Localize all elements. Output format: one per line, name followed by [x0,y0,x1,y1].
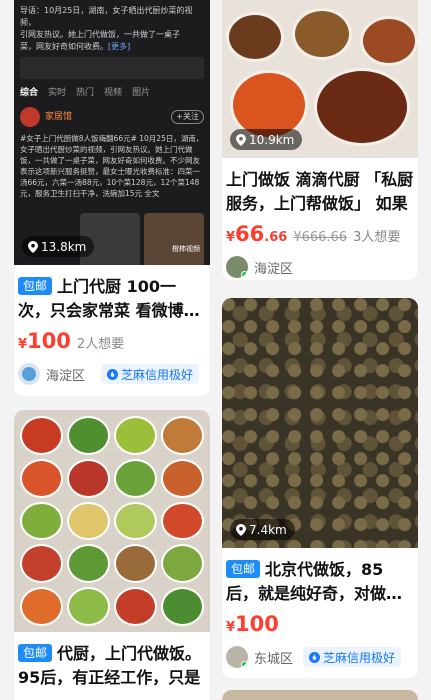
goods-info: 包邮北京代做饭，85后，就是纯好奇，对做饭比较 ¥100 东城区 芝麻信用极好 [222,548,418,668]
currency-symbol: ¥ [226,230,236,245]
distance-badge: 7.4km [230,519,295,540]
free-shipping-tag: 包邮 [18,644,53,662]
post-header: 家居馆 +关注 [20,107,204,127]
want-count: 2人想要 [76,337,125,352]
goods-card[interactable]: 10.9km 上门做饭 滴滴代厨 「私厨服务，上门帮做饭」 如果 ¥66.66 … [222,0,418,280]
snails-photo [222,298,418,548]
price-row: ¥100 2人想要 [18,329,206,353]
seller-avatar[interactable] [226,256,248,278]
goods-title: 包邮上门代厨 100一次，只会家常菜 看微博学到的 [18,277,200,320]
tab-video: 视频 [104,88,123,98]
food-plates-grid [14,410,210,632]
seller-area: 海淀区 [46,368,86,384]
seller-avatar[interactable] [18,363,40,385]
distance-text: 13.8km [41,239,87,254]
goods-image[interactable]: 导语：10月25日，湖南，女子晒出代厨炒菜的视频， 引网友热议。她上门代做饭，一… [14,0,210,265]
location-pin-icon [236,133,246,146]
price-decimal: .66 [264,230,288,245]
price: 100 [27,329,71,353]
price-row: ¥66.66 ¥666.66 3人想要 [226,222,414,246]
seller-row[interactable]: 海淀区 芝麻信用极好 [18,363,206,385]
credit-text: 芝麻信用极好 [121,367,194,382]
tab-realtime: 实时 [48,88,67,98]
comment-bar [20,57,204,79]
price: 100 [235,612,279,636]
tab-hot: 热门 [76,88,95,98]
free-shipping-tag: 包邮 [18,277,53,295]
currency-symbol: ¥ [18,337,28,352]
goods-info: 包邮 代厨，上门代做饭。95后，有正经工作，只是 [14,632,210,690]
credit-text: 芝麻信用极好 [323,650,396,665]
goods-card[interactable]: 导语：10月25日，湖南，女子晒出代厨炒菜的视频， 引网友热议。她上门代做饭，一… [14,0,210,396]
goods-info: 上门做饭 滴滴代厨 「私厨服务，上门帮做饭」 如果 ¥66.66 ¥666.66… [222,158,418,278]
dish-image [144,213,204,265]
distance-badge: 10.9km [230,129,303,150]
original-price: ¥666.66 [293,230,348,245]
goods-card[interactable] [222,690,418,700]
goods-info: 包邮上门代厨 100一次，只会家常菜 看微博学到的 ¥100 2人想要 海淀区 … [14,265,210,385]
tab-comprehensive: 综合 [20,88,39,98]
goods-card[interactable]: 包邮 代厨，上门代做饭。95后，有正经工作，只是 [14,410,210,700]
watermark: 橙柿视频 [172,245,200,253]
seller-area: 东城区 [254,651,294,667]
goods-feed: 导语：10月25日，湖南，女子晒出代厨炒菜的视频， 引网友热议。她上门代做饭，一… [0,0,431,700]
tab-image: 图片 [132,88,151,98]
location-pin-icon [236,523,246,536]
summary-line: 菜，网友好奇如何收费。[更多] [20,42,131,51]
goods-card[interactable]: 7.4km 包邮北京代做饭，85后，就是纯好奇，对做饭比较 ¥100 东城区 芝… [222,298,418,678]
search-tabs: 综合 实时 热门 视频 图片 [20,87,204,99]
price-row: ¥100 [226,612,414,636]
goods-title: 包邮北京代做饭，85后，就是纯好奇，对做饭比较 [226,560,403,603]
location-pin-icon [28,240,38,253]
seller-avatar[interactable] [226,646,248,668]
currency-symbol: ¥ [226,620,236,635]
online-dot [241,661,248,668]
distance-text: 10.9km [249,132,295,147]
alipay-credit-icon [107,368,119,380]
distance-text: 7.4km [249,522,287,537]
poster-name: 家居馆 [45,112,73,122]
seller-row[interactable]: 东城区 芝麻信用极好 [226,646,414,668]
free-shipping-tag: 包邮 [226,560,261,578]
price: 66 [235,222,265,246]
poster-avatar [20,107,40,127]
want-count: 3人想要 [353,230,401,245]
alipay-credit-icon [309,651,321,663]
summary-line: 引网友热议。她上门代做饭，一共做了一桌子 [20,30,180,39]
goods-image[interactable]: 10.9km [222,0,418,158]
goods-image[interactable] [14,410,210,632]
weibo-screenshot: 导语：10月25日，湖南，女子晒出代厨炒菜的视频， 引网友热议。她上门代做饭，一… [14,0,210,265]
credit-badge: 芝麻信用极好 [101,364,200,384]
goods-title: 包邮 代厨，上门代做饭。95后，有正经工作，只是 [18,644,202,687]
goods-title: 上门做饭 滴滴代厨 「私厨服务，上门帮做饭」 如果 [226,170,414,213]
summary-line: 导语：10月25日，湖南，女子晒出代厨炒菜的视频， [20,6,193,27]
post-text: #女子上门代厨做8人饭嗨翻66元# 10月25日，湖南，女子晒出代厨炒菜的视频，… [20,134,204,198]
goods-image[interactable]: 7.4km [222,298,418,548]
seller-area: 海淀区 [254,261,294,277]
follow-button: +关注 [171,110,204,124]
credit-badge: 芝麻信用极好 [303,647,402,667]
goods-image[interactable] [222,690,418,700]
distance-badge: 13.8km [22,236,95,257]
online-dot [241,271,248,278]
seller-row[interactable]: 海淀区 [226,256,414,278]
